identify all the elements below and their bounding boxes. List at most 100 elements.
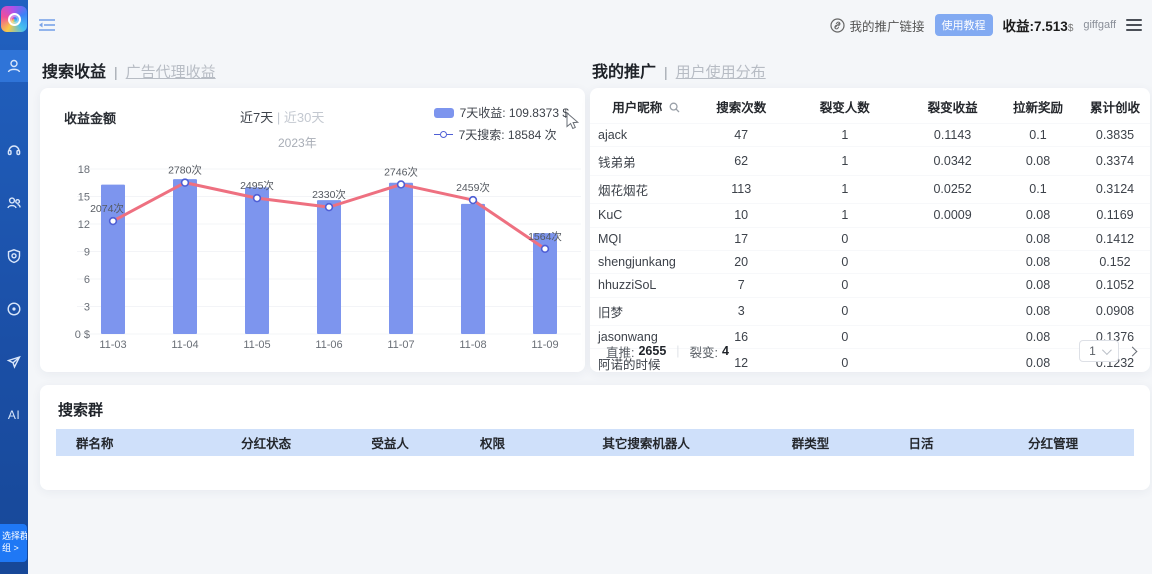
tab-ad-agency-revenue[interactable]: 广告代理收益 xyxy=(126,61,216,82)
logo-ring-icon xyxy=(8,13,21,26)
paper-plane-icon xyxy=(6,354,22,370)
y-tick-label: 15 xyxy=(78,192,90,204)
referral-reward: 0.08 xyxy=(996,147,1080,175)
range-7days[interactable]: 近7天 xyxy=(240,110,273,125)
total-revenue: 0.1052 xyxy=(1080,274,1150,297)
tab-my-promotion[interactable]: 我的推广 xyxy=(592,58,656,82)
data-point xyxy=(542,245,549,252)
tab-user-distribution[interactable]: 用户使用分布 xyxy=(676,61,766,82)
tutorial-button[interactable]: 使用教程 xyxy=(935,14,993,36)
x-tick-label: 11-04 xyxy=(171,339,198,351)
bar xyxy=(245,187,269,334)
promo-link[interactable]: 我的推广链接 xyxy=(830,16,925,35)
data-point xyxy=(470,197,477,204)
sidebar-item-media[interactable] xyxy=(0,293,28,325)
bar xyxy=(317,200,341,334)
referral-reward: 0.08 xyxy=(996,250,1080,273)
sidebar-item-send[interactable] xyxy=(0,346,28,378)
search-count: 20 xyxy=(702,250,780,273)
fission-revenue xyxy=(909,297,996,325)
point-label: 2459次 xyxy=(456,181,490,194)
fission-count[interactable]: 1 xyxy=(780,204,909,227)
total-revenue: 0.3124 xyxy=(1080,175,1150,203)
point-label: 2746次 xyxy=(384,165,418,178)
user-nickname[interactable]: ajack xyxy=(590,124,702,147)
page-select[interactable]: 1 xyxy=(1079,340,1119,362)
select-group-badge[interactable]: 选择群 组 > xyxy=(0,524,27,562)
group-column-header: 权限 xyxy=(444,433,541,452)
select-group-line2: 组 > xyxy=(2,542,26,554)
fission-revenue: 0.0252 xyxy=(909,175,996,203)
bar xyxy=(389,183,413,334)
x-tick-label: 11-07 xyxy=(387,339,414,351)
collapse-menu-icon[interactable] xyxy=(38,17,56,33)
range-30days[interactable]: 近30天 xyxy=(284,110,324,125)
x-tick-label: 11-03 xyxy=(99,339,126,351)
fission-count[interactable]: 1 xyxy=(780,147,909,175)
table-row: 旧梦300.080.0908 xyxy=(590,297,1150,325)
ai-label: AI xyxy=(8,408,20,422)
data-point xyxy=(398,181,405,188)
user-nickname: shengjunkang xyxy=(590,250,702,273)
point-label: 2074次 xyxy=(90,202,124,215)
select-group-line1: 选择群 xyxy=(2,530,26,542)
link-icon xyxy=(830,18,845,33)
tab-search-revenue[interactable]: 搜索收益 xyxy=(42,58,106,82)
fission-count[interactable]: 1 xyxy=(780,175,909,203)
search-count: 10 xyxy=(702,204,780,227)
groups-title: 搜索群 xyxy=(58,399,103,420)
table-footer: 直推: 2655 | 裂变: 4 1 xyxy=(606,340,1136,362)
y-tick-label: 3 xyxy=(84,302,90,314)
bar xyxy=(173,179,197,334)
column-header: 累计创收 xyxy=(1080,88,1150,124)
headset-icon xyxy=(6,142,22,158)
sidebar-item-profile[interactable] xyxy=(0,50,28,82)
referral-reward: 0.08 xyxy=(996,297,1080,325)
referral-reward: 0.1 xyxy=(996,124,1080,147)
fission-revenue: 0.0009 xyxy=(909,204,996,227)
user-nickname[interactable]: hhuzziSoL xyxy=(590,274,702,297)
fission-count[interactable]: 0 xyxy=(780,227,909,250)
point-label: 2495次 xyxy=(240,179,274,192)
sidebar-item-team[interactable] xyxy=(0,187,28,219)
legend-line-label: 7天搜索: 18584 次 xyxy=(459,126,557,143)
group-column-header: 受益人 xyxy=(336,433,444,452)
topbar: 我的推广链接 使用教程 收益:7.513$ giffgaff xyxy=(28,0,1152,50)
menu-icon[interactable] xyxy=(1126,16,1142,34)
team-icon xyxy=(6,195,22,211)
right-section-title: 我的推广 | 用户使用分布 xyxy=(592,58,766,82)
column-header: 拉新奖励 xyxy=(996,88,1080,124)
sidebar-item-support[interactable] xyxy=(0,134,28,166)
fission-count[interactable]: 0 xyxy=(780,250,909,273)
search-groups-card: 搜索群 群名称分红状态受益人权限其它搜索机器人群类型日活分红管理 xyxy=(40,385,1150,490)
chart-legend: 7天收益: 109.8373 $ 7天搜索: 18584 次 xyxy=(434,104,569,148)
referral-reward: 0.08 xyxy=(996,274,1080,297)
y-tick-label: 0 $ xyxy=(75,329,90,341)
column-header: 用户昵称 xyxy=(590,88,702,124)
table-row: shengjunkang200 0.080.152 xyxy=(590,250,1150,273)
fission-revenue xyxy=(909,274,996,297)
sidebar-item-security[interactable] xyxy=(0,240,28,272)
user-nickname[interactable]: 钱弟弟 xyxy=(590,147,702,175)
user-nickname[interactable]: KuC xyxy=(590,204,702,227)
fission-count[interactable]: 0 xyxy=(780,274,909,297)
sidebar-item-ai[interactable]: AI xyxy=(0,399,28,431)
referral-reward: 0.08 xyxy=(996,204,1080,227)
range-toggle: 近7天 | 近30天 xyxy=(240,107,324,126)
column-header: 搜索次数 xyxy=(702,88,780,124)
chart-title: 收益金额 xyxy=(64,108,116,127)
data-point xyxy=(182,179,189,186)
fission-count[interactable]: 0 xyxy=(780,297,909,325)
currency-symbol: $ xyxy=(1068,23,1074,34)
next-page-button[interactable] xyxy=(1128,346,1138,356)
app-logo[interactable] xyxy=(1,6,27,32)
total-revenue: 0.152 xyxy=(1080,250,1150,273)
fission-count[interactable]: 1 xyxy=(780,124,909,147)
groups-table-header: 群名称分红状态受益人权限其它搜索机器人群类型日活分红管理 xyxy=(56,429,1134,456)
table-row: ajack4710.11430.10.3835 xyxy=(590,124,1150,147)
y-tick-label: 9 xyxy=(84,247,90,259)
search-count: 113 xyxy=(702,175,780,203)
search-icon[interactable] xyxy=(669,102,680,113)
point-label: 1564次 xyxy=(528,230,562,243)
table-row: 钱弟弟6210.03420.080.3374 xyxy=(590,147,1150,175)
